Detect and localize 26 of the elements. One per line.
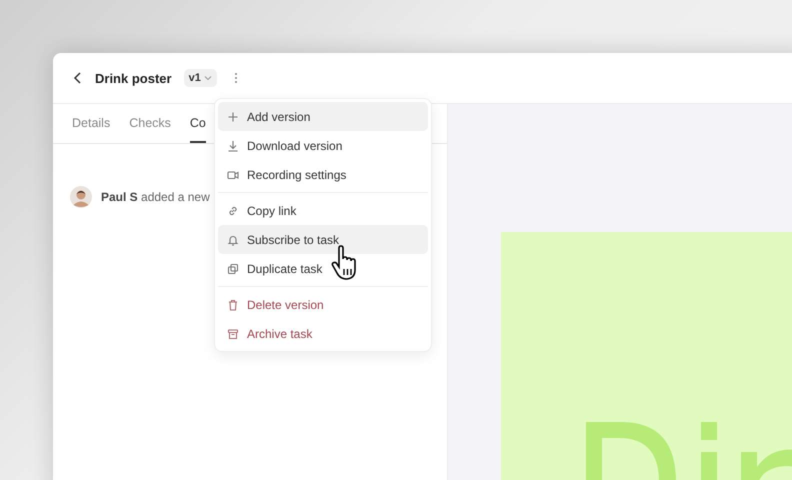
menu-item[interactable]: Add version (218, 102, 428, 131)
menu-item[interactable]: Copy link (218, 196, 428, 225)
tab[interactable]: Checks (129, 104, 171, 143)
back-icon[interactable] (73, 72, 83, 84)
activity-text: Paul S added a new (101, 190, 210, 204)
menu-item[interactable]: Subscribe to task (218, 225, 428, 254)
menu-item[interactable]: Duplicate task (218, 254, 428, 283)
trash-icon (227, 298, 239, 310)
tab[interactable]: Co (190, 104, 206, 143)
plus-icon (227, 110, 239, 122)
avatar-icon (70, 186, 92, 208)
version-dropdown[interactable]: v1 (184, 69, 217, 87)
link-icon (227, 204, 239, 216)
download-icon (227, 140, 239, 152)
copy-icon (227, 262, 239, 274)
tab[interactable]: Details (72, 104, 110, 143)
more-icon[interactable] (234, 72, 238, 84)
menu-item[interactable]: Delete version (218, 290, 428, 319)
menu-item[interactable]: Recording settings (218, 160, 428, 189)
camera-icon (227, 168, 239, 180)
chevron-down-icon (204, 75, 212, 81)
task-title: Drink poster (95, 70, 172, 86)
bell-icon (227, 234, 239, 246)
archive-icon (227, 328, 239, 340)
menu-item[interactable]: Download version (218, 131, 428, 160)
menu-item[interactable]: Archive task (218, 319, 428, 348)
